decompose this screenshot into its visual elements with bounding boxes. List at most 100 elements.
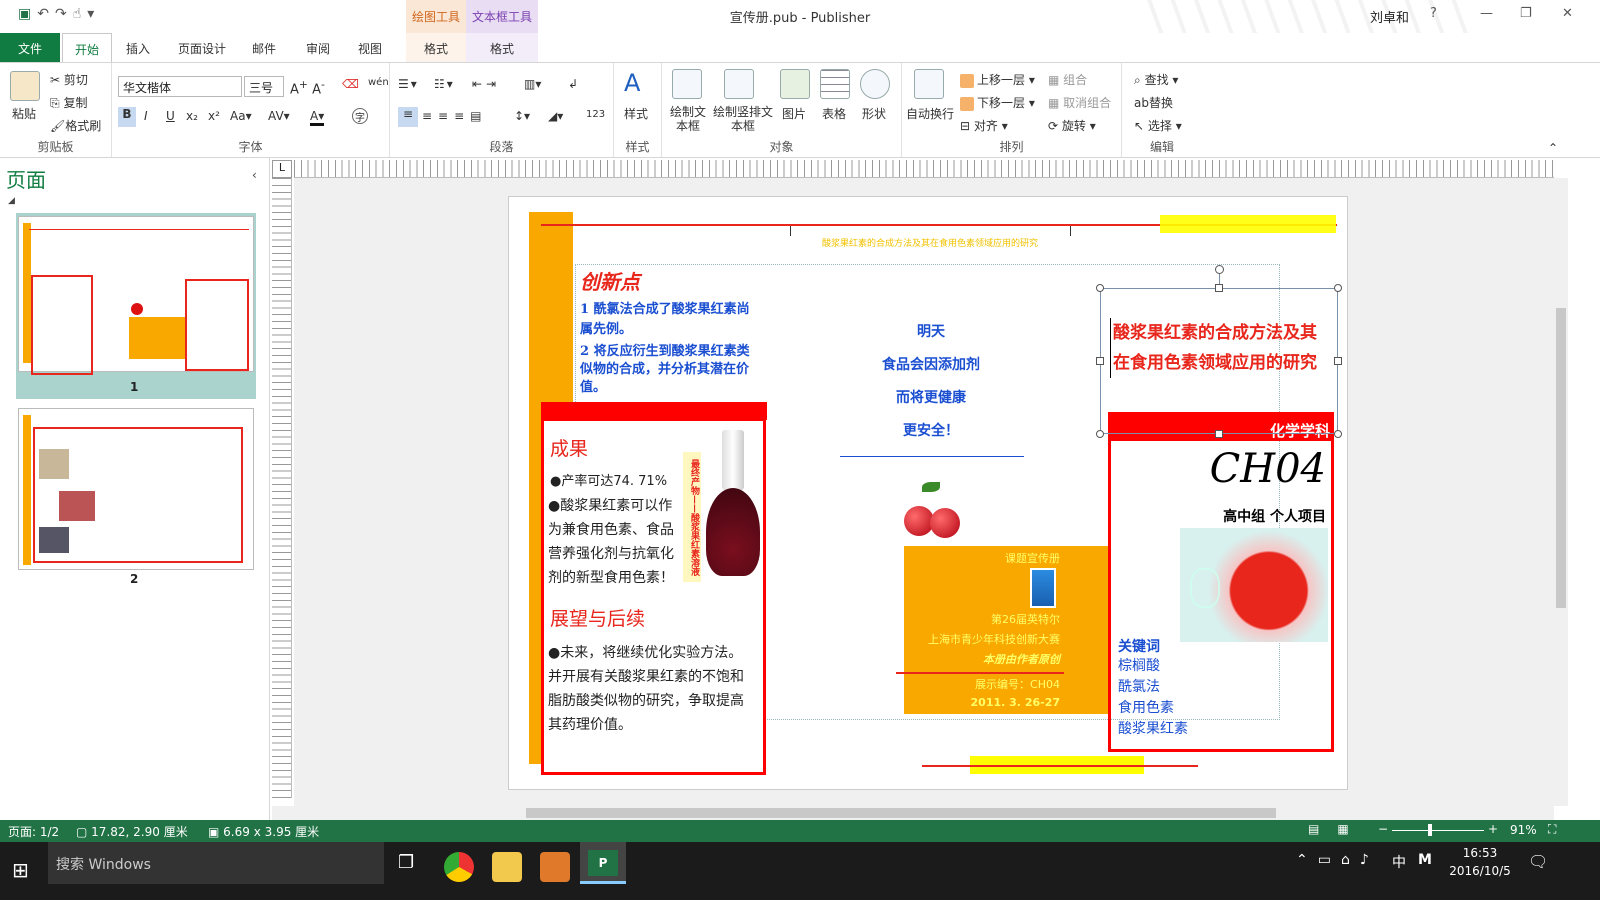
group-label[interactable]: 高中组 个人项目 (1170, 506, 1326, 526)
keywords-list[interactable]: 棕榈酸 酰氯法 食用色素 酸浆果红素 (1118, 656, 1188, 740)
zoom-in-button[interactable]: + (1488, 822, 1498, 836)
numbering-icon[interactable]: ☷▾ (434, 77, 455, 91)
chrome-icon[interactable] (444, 852, 474, 882)
change-case-button[interactable]: Aa▾ (230, 109, 252, 123)
innovation-point-1[interactable]: 1 酰氯法合成了酸浆果红素尚属先例。 (580, 300, 758, 340)
tab-drawing-format[interactable]: 格式 (406, 33, 466, 62)
find-button[interactable]: ⌕ 查找 ▾ (1134, 71, 1178, 88)
section-expand-icon[interactable]: ◢ (8, 196, 15, 206)
phonetic-guide-icon[interactable]: wén (368, 77, 389, 88)
shading-icon[interactable]: ◢▾ (548, 109, 563, 123)
paragraph-marks-icon[interactable]: ↲ (568, 77, 578, 91)
align-left-button[interactable]: ≡ (398, 107, 418, 127)
font-color-button[interactable]: A▾ (310, 109, 325, 126)
send-backward-button[interactable]: 下移一层 ▾ (960, 94, 1035, 111)
taskbar-search-box[interactable]: 搜索 Windows (48, 842, 384, 884)
ruler-corner[interactable]: L (272, 160, 292, 178)
undo-icon[interactable]: ↶ (37, 6, 55, 22)
picture-button[interactable]: 图片 (782, 105, 806, 122)
windows-start-icon[interactable]: ⊞ (12, 858, 29, 882)
fit-page-icon[interactable]: ⛶ (1548, 822, 1556, 837)
horizontal-ruler[interactable] (294, 160, 1554, 178)
vertical-caption[interactable]: 最终产物——酸浆果红素溶液 (683, 452, 701, 582)
resize-handle-tr[interactable] (1334, 284, 1342, 292)
columns-icon[interactable]: ▥▾ (524, 77, 541, 91)
vertical-textbox-icon[interactable] (724, 69, 754, 99)
select-button[interactable]: ↖ 选择 ▾ (1134, 117, 1182, 134)
resize-handle-bl[interactable] (1096, 430, 1104, 438)
paste-button[interactable]: 粘贴 (12, 105, 36, 122)
redo-icon[interactable]: ↷ (55, 6, 73, 22)
shape-icon[interactable] (860, 69, 890, 99)
collapse-ribbon-icon[interactable]: ⌃ (1548, 141, 1558, 155)
picture-icon[interactable] (780, 69, 810, 99)
rotate-button[interactable]: ⟳ 旋转 ▾ (1048, 117, 1096, 134)
header-text[interactable]: 酸浆果红素的合成方法及其在食用色素领域应用的研究 (790, 236, 1070, 249)
promo-line-1[interactable]: 第26届英特尔 (904, 611, 1060, 627)
cut-button[interactable]: ✂ 剪切 (50, 71, 88, 88)
clock-date[interactable]: 2016/10/5 (1444, 864, 1516, 878)
format-painter-button[interactable]: 🖌格式刷 (50, 117, 101, 134)
resize-handle-tl[interactable] (1096, 284, 1104, 292)
results-point-1[interactable]: ●产率可达74. 71% (550, 470, 680, 494)
bring-forward-button[interactable]: 上移一层 ▾ (960, 71, 1035, 88)
enclose-char-icon[interactable]: 字 (352, 108, 368, 124)
grow-font-button[interactable]: A+ A- (290, 78, 325, 97)
page-thumb-2[interactable] (18, 408, 254, 570)
innovation-point-2[interactable]: 2 将反应衍生到酸浆果红素类似物的合成，并分析其潜在价值。 (580, 343, 758, 397)
styles-button[interactable]: 样式 (624, 105, 648, 122)
bullets-icon[interactable]: ☰▾ (398, 77, 419, 91)
draw-vertical-textbox-button[interactable]: 绘制竖排文本框 (710, 105, 776, 133)
file-explorer-icon[interactable] (492, 852, 522, 882)
line-spacing-icon[interactable]: ↕▾ (514, 109, 530, 123)
align-button[interactable]: ⊟ 对齐 ▾ (960, 117, 1008, 134)
replace-button[interactable]: ab替换 (1134, 94, 1173, 111)
zoom-slider-thumb[interactable] (1428, 824, 1432, 836)
tab-view[interactable]: 视图 (346, 33, 394, 62)
styles-icon[interactable]: A (624, 69, 640, 97)
promo-line-3[interactable]: 本册由作者原创 (904, 651, 1060, 667)
tab-page-design[interactable]: 页面设计 (166, 33, 238, 62)
paste-icon[interactable] (10, 71, 40, 101)
save-icon[interactable]: ▣ (18, 6, 37, 22)
resize-handle-mr[interactable] (1334, 357, 1342, 365)
keywords-title[interactable]: 关键词 (1118, 636, 1160, 656)
group-button[interactable]: ▦ 组合 (1048, 71, 1087, 88)
media-player-icon[interactable] (540, 852, 570, 882)
page-thumb-1[interactable] (18, 216, 254, 375)
zoom-out-button[interactable]: − (1378, 822, 1388, 836)
horizontal-scroll-thumb[interactable] (526, 808, 1276, 818)
resize-handle-br[interactable] (1334, 430, 1342, 438)
slogan-block[interactable]: 明天 食品会因添加剂 而将更健康 更安全！ (856, 316, 1006, 448)
draw-textbox-button[interactable]: 绘制文本框 (670, 105, 706, 133)
resize-handle-ml[interactable] (1096, 357, 1104, 365)
close-icon[interactable]: ✕ (1562, 6, 1573, 21)
character-spacing-button[interactable]: AV▾ (268, 109, 290, 123)
number-style-icon[interactable]: 123 (586, 109, 605, 120)
tab-home[interactable]: 开始 (62, 33, 113, 62)
vertical-scroll-thumb[interactable] (1556, 308, 1566, 608)
ime-mode-icon[interactable]: M (1418, 852, 1432, 868)
notification-icon[interactable]: 🗨 (1528, 852, 1548, 871)
cherry-image[interactable] (900, 478, 966, 540)
task-view-icon[interactable]: ❐ (398, 852, 414, 873)
superscript-button[interactable]: x² (208, 109, 220, 123)
project-code[interactable]: CH04 (1180, 446, 1326, 492)
shape-button[interactable]: 形状 (862, 105, 886, 122)
publisher-taskbar-button[interactable]: P (580, 842, 626, 884)
customize-qat-icon[interactable]: ▾ (87, 6, 100, 22)
promo-line-4[interactable]: 展示编号：CH04 (904, 676, 1060, 692)
bold-button[interactable]: B (118, 107, 136, 127)
tab-insert[interactable]: 插入 (114, 33, 162, 62)
clear-format-icon[interactable]: ⌫ (342, 77, 359, 91)
underline-button[interactable]: U (166, 109, 175, 123)
innovation-title[interactable]: 创新点 (580, 266, 640, 295)
textbox-icon[interactable] (672, 69, 702, 99)
rotate-handle[interactable] (1215, 265, 1224, 274)
results-point-2[interactable]: ●酸浆果红素可以作为兼食用色素、食品营养强化剂与抗氧化剂的新型食用色素！ (548, 494, 682, 590)
ime-indicator[interactable]: 中 (1392, 852, 1406, 872)
touch-mode-icon[interactable]: ☝ (73, 6, 88, 22)
results-title[interactable]: 成果 (550, 434, 588, 461)
view-buttons[interactable]: ▤▦ (1308, 822, 1367, 836)
cover-title-text[interactable]: 酸浆果红素的合成方法及其在食用色素领域应用的研究 (1110, 318, 1332, 378)
